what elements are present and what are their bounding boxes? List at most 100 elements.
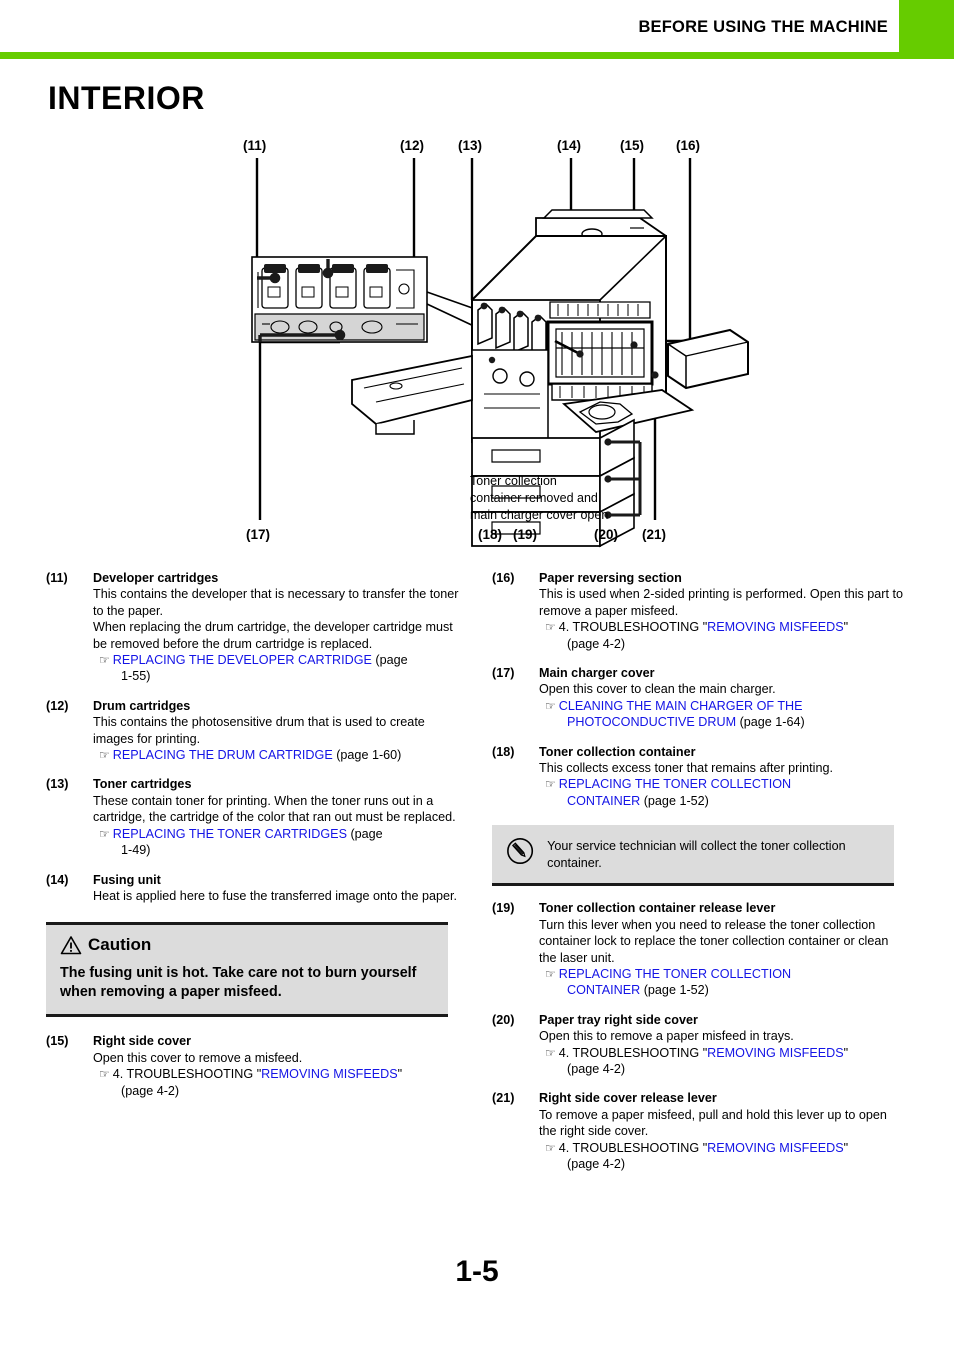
left-description-column: (11) Developer cartridges This contains … — [46, 570, 461, 1112]
item-title-21: Right side cover release lever — [539, 1091, 717, 1106]
xref-18[interactable]: ☞ REPLACING THE TONER COLLECTION — [539, 776, 907, 792]
xref-cont-11: 1-55) — [121, 669, 151, 684]
item-number-19: (19) — [492, 901, 515, 916]
xref-prefix-16: 4. TROUBLESHOOTING " — [558, 620, 708, 635]
callout-19: (19) — [513, 527, 538, 542]
callout-13: (13) — [458, 138, 483, 153]
xref-cont-16: (page 4-2) — [567, 636, 626, 651]
description-item-13: (13) Toner cartridges These contain tone… — [46, 776, 461, 858]
item-body-13: These contain toner for printing. When t… — [93, 793, 456, 825]
item-body-14: Heat is applied here to fuse the transfe… — [93, 888, 458, 903]
item-body-15: Open this cover to remove a misfeed. — [93, 1050, 303, 1065]
caution-text: The fusing unit is hot. Take care not to… — [60, 965, 417, 1001]
description-item-15: (15) Right side cover Open this cover to… — [46, 1033, 461, 1099]
xref-link-21[interactable]: REMOVING MISFEEDS — [707, 1141, 843, 1155]
xref-19[interactable]: ☞ REPLACING THE TONER COLLECTION — [539, 966, 907, 982]
xref-cont-link-17[interactable]: PHOTOCONDUCTIVE DRUM — [567, 715, 736, 729]
item-number-16: (16) — [492, 571, 515, 585]
callout-18: (18) — [478, 527, 503, 542]
xref-link-17[interactable]: CLEANING THE MAIN CHARGER OF THE — [559, 699, 803, 713]
xref-16[interactable]: ☞ 4. TROUBLESHOOTING "REMOVING MISFEEDS" — [539, 619, 907, 635]
callout-15: (15) — [620, 138, 645, 153]
note-text: Your service technician will collect the… — [547, 839, 846, 871]
item-number-14: (14) — [46, 872, 69, 887]
xref-prefix-20: 4. TROUBLESHOOTING " — [558, 1045, 708, 1060]
xref-cont-15: (page 4-2) — [121, 1083, 180, 1098]
item-number-17: (17) — [492, 666, 515, 681]
pointing-hand-icon: ☞ — [545, 1045, 556, 1060]
page-title: INTERIOR — [48, 80, 205, 116]
description-item-21: (21) Right side cover release lever To r… — [492, 1090, 907, 1172]
description-item-18: (18) Toner collection container This col… — [492, 744, 907, 810]
xref-prefix-21: 4. TROUBLESHOOTING " — [558, 1140, 708, 1155]
header-accent-rule — [0, 52, 954, 59]
xref-page-11: (page — [371, 653, 408, 668]
xref-cont-page-18: (page 1-52) — [640, 793, 709, 808]
xref-link-20[interactable]: REMOVING MISFEEDS — [707, 1046, 843, 1060]
xref-cont-link-18[interactable]: CONTAINER — [567, 794, 640, 808]
pointing-hand-icon: ☞ — [545, 966, 556, 981]
item-body-20: Open this to remove a paper misfeed in t… — [539, 1029, 794, 1044]
xref-15[interactable]: ☞ 4. TROUBLESHOOTING "REMOVING MISFEEDS" — [93, 1066, 461, 1082]
pointing-hand-icon: ☞ — [545, 777, 556, 792]
xref-21[interactable]: ☞ 4. TROUBLESHOOTING "REMOVING MISFEEDS" — [539, 1140, 907, 1156]
description-item-20: (20) Paper tray right side cover Open th… — [492, 1012, 907, 1078]
callout-20: (20) — [594, 527, 619, 542]
xref-12[interactable]: ☞ REPLACING THE DRUM CARTRIDGE (page 1-60… — [93, 747, 461, 763]
xref-suffix-21: " — [843, 1140, 849, 1155]
xref-cont-21: (page 4-2) — [567, 1156, 626, 1171]
xref-17[interactable]: ☞ CLEANING THE MAIN CHARGER OF THE — [539, 698, 907, 714]
xref-20[interactable]: ☞ 4. TROUBLESHOOTING "REMOVING MISFEEDS" — [539, 1045, 907, 1061]
xref-cont-19[interactable]: CONTAINER (page 1-52) — [539, 982, 907, 998]
item-title-19: Toner collection container release lever — [539, 901, 776, 916]
inset-caption: Toner collection container removed and m… — [470, 474, 609, 522]
xref-cont-13: 1-49) — [121, 843, 151, 858]
xref-11[interactable]: ☞ REPLACING THE DEVELOPER CARTRIDGE (page — [93, 652, 461, 668]
callout-21: (21) — [642, 527, 667, 542]
caution-box: Caution The fusing unit is hot. Take car… — [46, 922, 448, 1018]
pencil-note-icon — [507, 838, 534, 865]
item-title-12: Drum cartridges — [93, 698, 191, 713]
xref-link-12[interactable]: REPLACING THE DRUM CARTRIDGE — [113, 748, 333, 762]
running-head-title: BEFORE USING THE MACHINE — [638, 18, 888, 36]
callout-16: (16) — [676, 138, 701, 153]
item-number-21: (21) — [492, 1091, 515, 1106]
xref-link-13[interactable]: REPLACING THE TONER CARTRIDGES — [113, 827, 347, 841]
description-item-12: (12) Drum cartridges This contains the p… — [46, 698, 461, 764]
xref-suffix-16: " — [843, 620, 849, 635]
description-item-17: (17) Main charger cover Open this cover … — [492, 665, 907, 731]
xref-link-11[interactable]: REPLACING THE DEVELOPER CARTRIDGE — [113, 653, 372, 667]
xref-suffix-20: " — [843, 1045, 849, 1060]
item-body-21: To remove a paper misfeed, pull and hold… — [539, 1107, 887, 1139]
caution-header: Caution — [60, 935, 436, 955]
item-title-14: Fusing unit — [93, 872, 161, 887]
xref-link-19[interactable]: REPLACING THE TONER COLLECTION — [559, 967, 791, 981]
xref-cont-link-19[interactable]: CONTAINER — [567, 983, 640, 997]
item-number-12: (12) — [46, 698, 69, 713]
xref-cont-18[interactable]: CONTAINER (page 1-52) — [539, 793, 907, 809]
warning-triangle-icon — [60, 936, 82, 955]
item-title-13: Toner cartridges — [93, 777, 192, 792]
item-body-12: This contains the photosensitive drum th… — [93, 715, 425, 746]
item-body-11: This contains the developer that is nece… — [93, 587, 459, 651]
pointing-hand-icon: ☞ — [99, 1067, 110, 1082]
xref-link-16[interactable]: REMOVING MISFEEDS — [707, 620, 843, 634]
item-title-20: Paper tray right side cover — [539, 1012, 698, 1027]
description-item-11: (11) Developer cartridges This contains … — [46, 570, 461, 685]
xref-cont-page-19: (page 1-52) — [640, 983, 709, 998]
item-title-18: Toner collection container — [539, 744, 696, 759]
item-number-20: (20) — [492, 1012, 515, 1027]
page-header: BEFORE USING THE MACHINE — [0, 0, 954, 60]
xref-link-18[interactable]: REPLACING THE TONER COLLECTION — [559, 777, 791, 791]
item-body-17: Open this cover to clean the main charge… — [539, 682, 776, 697]
right-description-column: (16) Paper reversing section This is use… — [492, 570, 907, 1185]
xref-cont-17[interactable]: PHOTOCONDUCTIVE DRUM (page 1-64) — [539, 714, 907, 730]
caution-heading: Caution — [88, 935, 152, 955]
xref-link-15[interactable]: REMOVING MISFEEDS — [261, 1067, 397, 1081]
item-body-19: Turn this lever when you need to release… — [539, 917, 889, 965]
pointing-hand-icon: ☞ — [99, 653, 110, 668]
note-box: Your service technician will collect the… — [492, 825, 894, 887]
pointing-hand-icon: ☞ — [545, 620, 556, 635]
xref-13[interactable]: ☞ REPLACING THE TONER CARTRIDGES (page — [93, 826, 461, 842]
item-number-15: (15) — [46, 1034, 69, 1049]
